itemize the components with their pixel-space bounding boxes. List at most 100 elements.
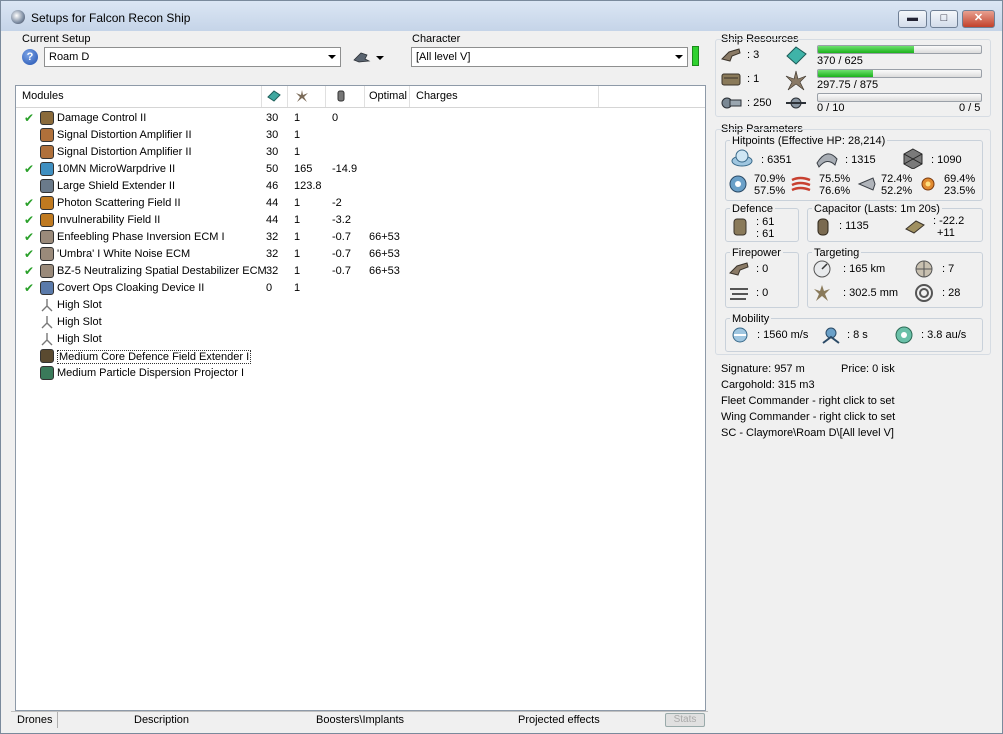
module-row[interactable]: ✔ 10MN MicroWarpdrive II 50 165 -14.9 <box>16 161 705 178</box>
wing-commander[interactable]: Wing Commander - right click to set <box>721 411 895 423</box>
scan-resolution-icon <box>814 285 830 301</box>
minimize-icon: ▬ <box>907 12 918 24</box>
capacitor-icon[interactable] <box>335 89 347 103</box>
setup-select[interactable]: Roam D <box>44 47 341 67</box>
module-row[interactable]: ✔ Invulnerability Field II 44 1 -3.2 <box>16 212 705 229</box>
setup-select-value: Roam D <box>49 51 90 63</box>
module-row[interactable]: High Slot <box>16 314 705 331</box>
module-name: Large Shield Extender II <box>57 180 176 192</box>
cpu-bar <box>817 45 982 54</box>
module-cpu: 32 <box>266 248 279 260</box>
module-row[interactable]: ✔ BZ-5 Neutralizing Spatial Destabilizer … <box>16 263 705 280</box>
title-bar[interactable]: Setups for Falcon Recon Ship ▬ □ ✕ <box>1 1 1002 31</box>
check-icon: ✔ <box>24 264 35 278</box>
module-row[interactable]: Signal Distortion Amplifier II 30 1 <box>16 127 705 144</box>
tab-projected-effects[interactable]: Projected effects <box>518 714 600 726</box>
fleet-commander[interactable]: Fleet Commander - right click to set <box>721 395 895 407</box>
kinetic-resist-icon <box>857 177 876 191</box>
character-status-indicator <box>692 46 699 66</box>
check-icon: ✔ <box>24 247 35 261</box>
drone-bay-icon <box>786 97 806 109</box>
module-name: Covert Ops Cloaking Device II <box>57 282 205 294</box>
module-row[interactable]: ✔ 'Umbra' I White Noise ECM 32 1 -0.7 66+53 <box>16 246 705 263</box>
module-row[interactable]: ✔ Damage Control II 30 1 0 <box>16 110 705 127</box>
hardener-icon <box>40 196 54 210</box>
module-optimal: 66+53 <box>369 248 400 260</box>
module-cpu: 30 <box>266 112 279 124</box>
module-powergrid: 1 <box>294 231 301 243</box>
module-cpu: 50 <box>266 163 279 175</box>
module-optimal: 66+53 <box>369 231 400 243</box>
module-name: Signal Distortion Amplifier II <box>57 129 192 141</box>
module-cpu: 0 <box>266 282 273 294</box>
module-row[interactable]: Large Shield Extender II 46 123.8 <box>16 178 705 195</box>
cpu-icon[interactable] <box>266 89 282 103</box>
ecm-icon <box>40 264 54 278</box>
check-icon: ✔ <box>24 281 35 295</box>
maximize-button[interactable]: □ <box>930 10 958 28</box>
powergrid-icon[interactable] <box>295 89 309 103</box>
explosive-resist-icon <box>921 177 935 191</box>
module-powergrid: 1 <box>294 214 301 226</box>
cargohold: Cargohold: 315 m3 <box>721 379 815 391</box>
module-row[interactable]: ✔ Enfeebling Phase Inversion ECM I 32 1 -0.7… <box>16 229 705 246</box>
module-powergrid: 123.8 <box>294 180 322 192</box>
setups-window: Setups for Falcon Recon Ship ▬ □ ✕ Curre… <box>0 0 1003 734</box>
column-charges[interactable]: Charges <box>416 90 458 102</box>
structure-hp-icon <box>903 148 923 169</box>
explosive-resist-b: 23.5% <box>944 185 976 197</box>
tab-boosters-implants[interactable]: Boosters\Implants <box>316 714 404 726</box>
module-row[interactable]: High Slot <box>16 297 705 314</box>
module-cpu: 30 <box>266 146 279 158</box>
tab-description[interactable]: Description <box>134 714 189 726</box>
module-name: Enfeebling Phase Inversion ECM I <box>57 231 225 243</box>
powergrid-icon <box>785 70 807 91</box>
targeting-title: Targeting <box>812 247 862 259</box>
capacitor-title: Capacitor (Lasts: 1m 20s) <box>812 203 942 215</box>
setup-path: SC - Claymore\Roam D\[All level V] <box>721 427 894 439</box>
explosive-resist-a: 69.4% <box>944 173 976 185</box>
armor-hp-icon <box>816 153 838 168</box>
module-row[interactable]: ✔ Photon Scattering Field II 44 1 -2 <box>16 195 705 212</box>
module-name: Damage Control II <box>57 112 147 124</box>
sensor-strength-icon <box>915 284 933 302</box>
defence-value-b: : 61 <box>756 228 775 240</box>
module-row[interactable]: ✔ Covert Ops Cloaking Device II 0 1 <box>16 280 705 297</box>
module-name: BZ-5 Neutralizing Spatial Destabilizer E… <box>57 265 267 277</box>
help-icon[interactable]: ? <box>22 49 38 65</box>
structure-hp-value: : 1090 <box>931 154 962 166</box>
tab-drones[interactable]: Drones <box>17 714 52 726</box>
module-powergrid: 1 <box>294 112 301 124</box>
ship-menu-button[interactable] <box>351 47 387 67</box>
check-icon: ✔ <box>24 230 35 244</box>
module-cpu: 32 <box>266 231 279 243</box>
close-button[interactable]: ✕ <box>962 10 995 28</box>
module-powergrid: 1 <box>294 146 301 158</box>
module-capacitor: -0.7 <box>332 231 351 243</box>
microwarpdrive-icon <box>40 162 54 176</box>
ecm-icon <box>40 230 54 244</box>
column-modules[interactable]: Modules <box>22 90 64 102</box>
column-optimal[interactable]: Optimal <box>369 90 407 102</box>
module-powergrid: 1 <box>294 197 301 209</box>
minimize-button[interactable]: ▬ <box>898 10 927 28</box>
turret-slots-value: : 3 <box>747 49 760 61</box>
module-row[interactable]: Medium Core Defence Field Extender I <box>16 348 705 365</box>
character-select[interactable]: [All level V] <box>411 47 688 67</box>
targeting-range-icon <box>813 260 831 278</box>
capacitor-rate-a: : -22.2 <box>933 215 965 227</box>
tab-stats[interactable]: Stats <box>665 713 705 727</box>
module-row[interactable]: High Slot <box>16 331 705 348</box>
character-select-value: [All level V] <box>416 51 471 63</box>
calibration-icon <box>721 97 742 109</box>
missile-dps-icon <box>730 288 748 300</box>
missile-dps-value: : 0 <box>756 287 769 299</box>
module-row[interactable]: Medium Particle Dispersion Projector I <box>16 365 705 382</box>
launcher-hardpoint-icon <box>721 73 741 86</box>
em-resist-b: 57.5% <box>754 185 786 197</box>
module-row[interactable]: Signal Distortion Amplifier II 30 1 <box>16 144 705 161</box>
module-powergrid: 1 <box>294 265 301 277</box>
module-name: High Slot <box>57 333 102 345</box>
capacitor-amount: : 1135 <box>839 220 869 232</box>
module-powergrid: 1 <box>294 129 301 141</box>
